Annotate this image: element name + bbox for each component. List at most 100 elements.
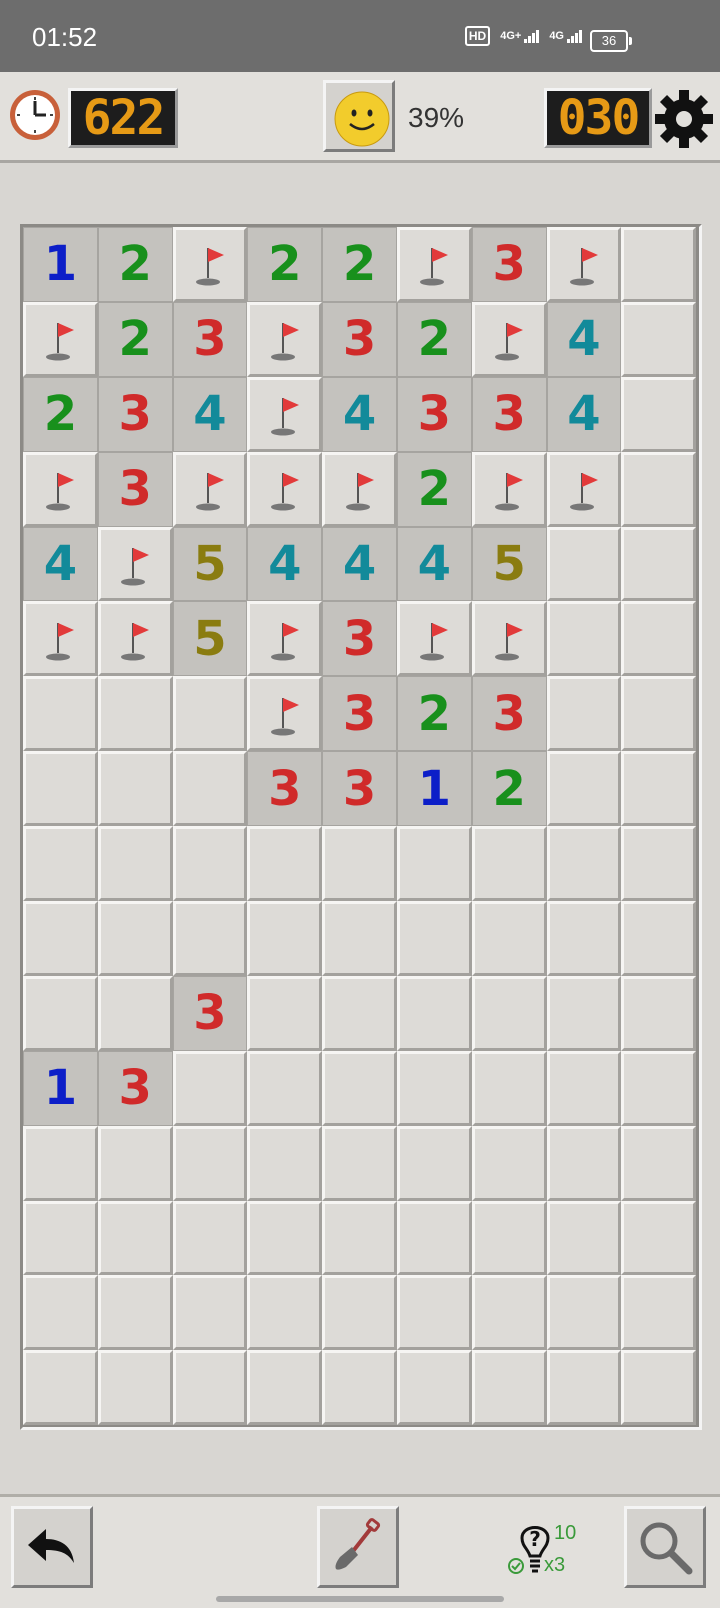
cell-flagged[interactable] bbox=[247, 601, 323, 677]
cell-unrevealed[interactable] bbox=[621, 526, 697, 602]
cell-unrevealed[interactable] bbox=[247, 826, 323, 902]
cell-unrevealed[interactable] bbox=[322, 1125, 397, 1201]
cell-unrevealed[interactable] bbox=[172, 1125, 248, 1201]
cell-unrevealed[interactable] bbox=[172, 1275, 248, 1351]
cell-unrevealed[interactable] bbox=[546, 975, 622, 1051]
cell-unrevealed[interactable] bbox=[546, 676, 622, 752]
cell-unrevealed[interactable] bbox=[546, 1350, 622, 1426]
gear-icon[interactable] bbox=[654, 89, 714, 149]
cell-unrevealed[interactable] bbox=[621, 676, 697, 752]
cell-number[interactable]: 2 bbox=[396, 451, 472, 527]
cell-number[interactable]: 3 bbox=[97, 451, 173, 527]
cell-unrevealed[interactable] bbox=[23, 1275, 98, 1351]
cell-flagged[interactable] bbox=[546, 451, 622, 527]
cell-unrevealed[interactable] bbox=[471, 1050, 547, 1126]
cell-unrevealed[interactable] bbox=[546, 1200, 622, 1276]
cell-flagged[interactable] bbox=[97, 601, 173, 677]
cell-unrevealed[interactable] bbox=[546, 1050, 622, 1126]
cell-unrevealed[interactable] bbox=[322, 1200, 397, 1276]
cell-unrevealed[interactable] bbox=[396, 1050, 472, 1126]
cell-number[interactable]: 4 bbox=[396, 526, 472, 602]
cell-unrevealed[interactable] bbox=[621, 601, 697, 677]
cell-unrevealed[interactable] bbox=[23, 676, 98, 752]
cell-unrevealed[interactable] bbox=[621, 1050, 697, 1126]
cell-unrevealed[interactable] bbox=[396, 1200, 472, 1276]
cell-unrevealed[interactable] bbox=[396, 1125, 472, 1201]
cell-unrevealed[interactable] bbox=[247, 1200, 323, 1276]
cell-flagged[interactable] bbox=[247, 301, 323, 377]
dig-mode-button[interactable] bbox=[317, 1506, 399, 1588]
cell-unrevealed[interactable] bbox=[546, 901, 622, 976]
cell-unrevealed[interactable] bbox=[97, 676, 173, 752]
cell-flagged[interactable] bbox=[471, 451, 547, 527]
cell-flagged[interactable] bbox=[396, 601, 472, 677]
cell-number[interactable]: 4 bbox=[546, 376, 622, 452]
cell-flagged[interactable] bbox=[546, 227, 622, 302]
cell-unrevealed[interactable] bbox=[546, 526, 622, 602]
cell-flagged[interactable] bbox=[396, 227, 472, 302]
cell-unrevealed[interactable] bbox=[322, 1050, 397, 1126]
cell-unrevealed[interactable] bbox=[247, 901, 323, 976]
cell-unrevealed[interactable] bbox=[23, 1350, 98, 1426]
cell-unrevealed[interactable] bbox=[471, 826, 547, 902]
cell-number[interactable]: 2 bbox=[23, 376, 98, 452]
cell-unrevealed[interactable] bbox=[247, 1050, 323, 1126]
cell-flagged[interactable] bbox=[97, 526, 173, 602]
cell-number[interactable]: 3 bbox=[471, 227, 547, 302]
cell-unrevealed[interactable] bbox=[247, 975, 323, 1051]
search-button[interactable] bbox=[624, 1506, 706, 1588]
cell-number[interactable]: 3 bbox=[396, 376, 472, 452]
cell-unrevealed[interactable] bbox=[396, 1350, 472, 1426]
cell-unrevealed[interactable] bbox=[172, 1350, 248, 1426]
cell-number[interactable]: 5 bbox=[172, 526, 248, 602]
cell-unrevealed[interactable] bbox=[247, 1275, 323, 1351]
cell-unrevealed[interactable] bbox=[97, 975, 173, 1051]
cell-unrevealed[interactable] bbox=[471, 1275, 547, 1351]
cell-unrevealed[interactable] bbox=[23, 751, 98, 827]
cell-unrevealed[interactable] bbox=[621, 451, 697, 527]
cell-number[interactable]: 3 bbox=[322, 601, 397, 677]
cell-number[interactable]: 3 bbox=[172, 975, 248, 1051]
cell-unrevealed[interactable] bbox=[322, 901, 397, 976]
cell-unrevealed[interactable] bbox=[621, 1200, 697, 1276]
cell-flagged[interactable] bbox=[23, 301, 98, 377]
cell-unrevealed[interactable] bbox=[621, 1350, 697, 1426]
cell-number[interactable]: 2 bbox=[471, 751, 547, 827]
cell-number[interactable]: 1 bbox=[396, 751, 472, 827]
cell-number[interactable]: 4 bbox=[172, 376, 248, 452]
cell-flagged[interactable] bbox=[23, 601, 98, 677]
cell-unrevealed[interactable] bbox=[396, 975, 472, 1051]
cell-number[interactable]: 3 bbox=[322, 676, 397, 752]
cell-unrevealed[interactable] bbox=[322, 826, 397, 902]
cell-unrevealed[interactable] bbox=[546, 751, 622, 827]
cell-unrevealed[interactable] bbox=[546, 826, 622, 902]
cell-unrevealed[interactable] bbox=[97, 1350, 173, 1426]
cell-number[interactable]: 3 bbox=[322, 751, 397, 827]
cell-unrevealed[interactable] bbox=[23, 1200, 98, 1276]
cell-flagged[interactable] bbox=[247, 376, 323, 452]
cell-unrevealed[interactable] bbox=[23, 901, 98, 976]
cell-unrevealed[interactable] bbox=[621, 227, 697, 302]
cell-unrevealed[interactable] bbox=[97, 1125, 173, 1201]
undo-button[interactable] bbox=[11, 1506, 93, 1588]
cell-number[interactable]: 3 bbox=[97, 1050, 173, 1126]
cell-unrevealed[interactable] bbox=[322, 1350, 397, 1426]
cell-number[interactable]: 3 bbox=[97, 376, 173, 452]
cell-number[interactable]: 2 bbox=[97, 301, 173, 377]
cell-number[interactable]: 3 bbox=[247, 751, 323, 827]
cell-flagged[interactable] bbox=[471, 601, 547, 677]
cell-number[interactable]: 2 bbox=[247, 227, 323, 302]
cell-number[interactable]: 2 bbox=[396, 301, 472, 377]
cell-unrevealed[interactable] bbox=[172, 1050, 248, 1126]
cell-unrevealed[interactable] bbox=[396, 901, 472, 976]
cell-number[interactable]: 1 bbox=[23, 1050, 98, 1126]
cell-number[interactable]: 3 bbox=[322, 301, 397, 377]
cell-number[interactable]: 4 bbox=[23, 526, 98, 602]
cell-unrevealed[interactable] bbox=[322, 1275, 397, 1351]
cell-number[interactable]: 4 bbox=[546, 301, 622, 377]
cell-flagged[interactable] bbox=[23, 451, 98, 527]
cell-flagged[interactable] bbox=[471, 301, 547, 377]
cell-unrevealed[interactable] bbox=[247, 1350, 323, 1426]
cell-unrevealed[interactable] bbox=[97, 751, 173, 827]
cell-flagged[interactable] bbox=[247, 451, 323, 527]
